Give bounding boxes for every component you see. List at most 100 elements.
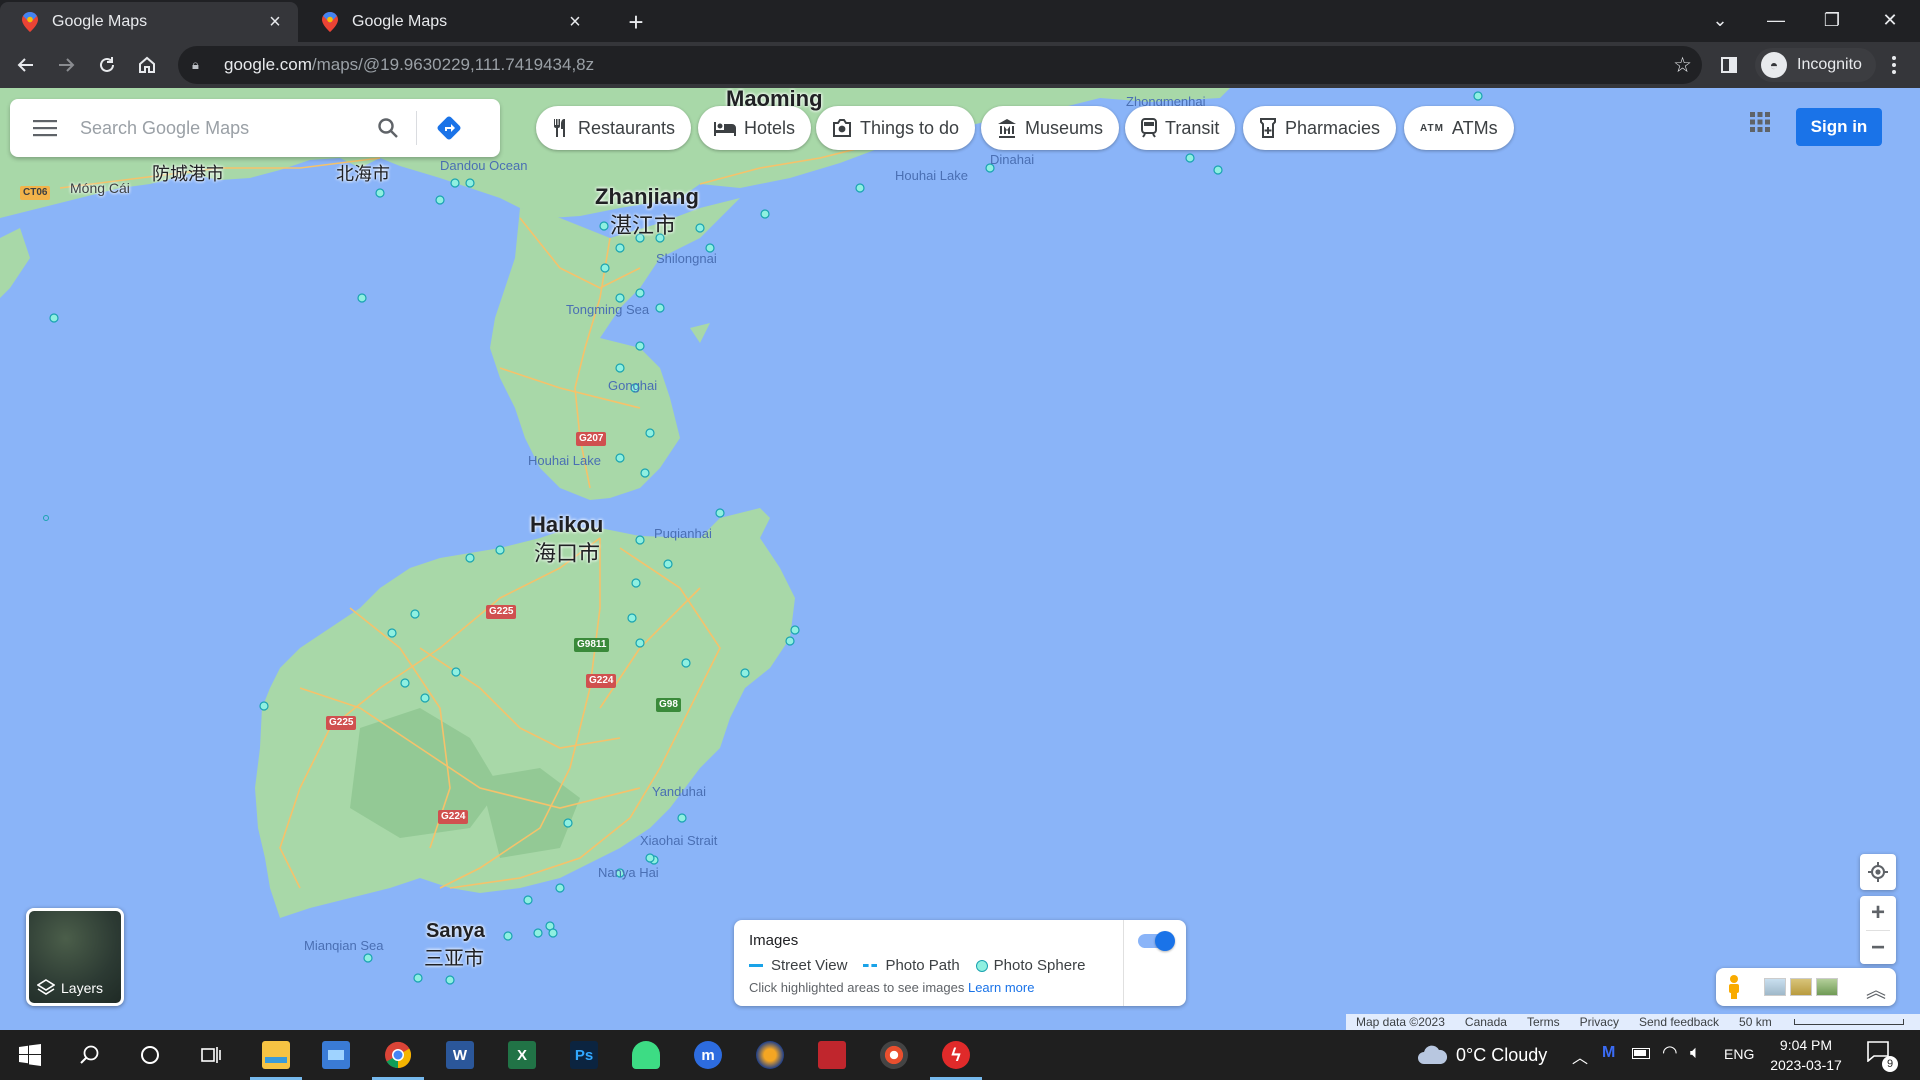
road-shield-ct06: CT06: [20, 186, 51, 200]
my-location-icon: [1868, 862, 1888, 882]
browser-menu-button[interactable]: [1878, 49, 1910, 81]
bookmark-star-icon[interactable]: ☆: [1673, 53, 1692, 78]
taskbar-clock[interactable]: 9:04 PM 2023-03-17: [1764, 1035, 1848, 1075]
maps-search-input[interactable]: [80, 117, 360, 139]
map-base-layer: [0, 88, 1483, 985]
chevron-up-icon[interactable]: ︽: [1866, 974, 1886, 1003]
map-label-houhai-lake: Houhai Lake: [528, 453, 601, 468]
minimize-button[interactable]: —: [1748, 0, 1804, 40]
images-toggle[interactable]: [1138, 931, 1175, 951]
send-feedback-link[interactable]: Send feedback: [1639, 1015, 1719, 1029]
incognito-icon: ◓: [1761, 52, 1787, 78]
home-button[interactable]: [131, 49, 163, 81]
close-tab-icon[interactable]: ×: [264, 11, 286, 33]
cortana-button[interactable]: [120, 1030, 180, 1080]
images-hint: Click highlighted areas to see images Le…: [749, 980, 1035, 995]
layers-button[interactable]: Layers: [26, 908, 124, 1006]
chip-label: Hotels: [744, 117, 796, 138]
map-label-zhanjiang-cn: 湛江市: [610, 213, 677, 238]
road-shield-g207: G207: [576, 432, 607, 446]
taskbar-vpn-app[interactable]: [740, 1030, 800, 1080]
map-label-sanya: Sanya: [426, 920, 485, 942]
taskbar-flash-app[interactable]: ϟ: [926, 1030, 986, 1080]
taskbar-media-app[interactable]: [802, 1030, 862, 1080]
taskbar-chrome[interactable]: [368, 1030, 428, 1080]
sign-in-button[interactable]: Sign in: [1796, 108, 1882, 146]
map-label-dandou-ocean: Dandou Ocean: [440, 158, 528, 173]
pegman-icon[interactable]: [1722, 974, 1746, 1000]
street-view-bar: ︽: [1716, 968, 1896, 1006]
control-panel-icon: [322, 1041, 350, 1069]
browser-tab-maps-2[interactable]: Google Maps ×: [300, 2, 598, 42]
zoom-in-button[interactable]: +: [1871, 896, 1885, 930]
region-link[interactable]: Canada: [1465, 1015, 1507, 1029]
images-panel: Images Street View Photo Path Photo Sphe…: [734, 920, 1186, 1006]
taskbar-word[interactable]: W: [430, 1030, 490, 1080]
chip-things-to-do[interactable]: Things to do: [816, 106, 976, 150]
browser-tab-maps-1[interactable]: Google Maps ×: [0, 2, 298, 42]
map-label-sanya-cn: 三亚市: [424, 948, 484, 970]
hamburger-menu-icon: [33, 120, 57, 137]
chip-restaurants[interactable]: Restaurants: [536, 106, 692, 150]
directions-button[interactable]: [417, 99, 481, 157]
forward-button[interactable]: [50, 49, 82, 81]
start-button[interactable]: [0, 1030, 60, 1080]
map-canvas[interactable]: Maoming Zhongmenhai Dinahai Houhai Lake …: [0, 88, 1920, 1030]
side-panel-button[interactable]: [1713, 49, 1745, 81]
taskbar-mo-app[interactable]: m: [678, 1030, 738, 1080]
my-location-button[interactable]: [1860, 854, 1896, 890]
tab-search-chevron-icon[interactable]: ⌄: [1692, 0, 1748, 40]
thumbnail-street-2[interactable]: [1790, 978, 1812, 996]
back-button[interactable]: [10, 49, 42, 81]
scale-label[interactable]: 50 km: [1739, 1015, 1920, 1029]
toggle-knob: [1155, 931, 1175, 951]
taskbar-photoshop[interactable]: Ps: [554, 1030, 614, 1080]
learn-more-link[interactable]: Learn more: [968, 980, 1034, 995]
notification-center-button[interactable]: 9: [1866, 1040, 1898, 1072]
map-label-houhai-lake-north: Houhai Lake: [895, 168, 968, 183]
chip-museums[interactable]: Museums: [981, 106, 1120, 150]
incognito-profile-button[interactable]: ◓ Incognito: [1755, 48, 1876, 82]
taskbar-control-panel[interactable]: [306, 1030, 366, 1080]
close-window-button[interactable]: ✕: [1862, 0, 1918, 40]
tray-overflow-chevron-icon[interactable]: ︿: [1572, 1044, 1588, 1068]
train-icon: [1141, 118, 1157, 138]
chip-pharmacies[interactable]: Pharmacies: [1243, 106, 1397, 150]
layers-icon: [37, 979, 55, 995]
battery-icon[interactable]: [1632, 1048, 1650, 1059]
volume-icon[interactable]: 🔈︎: [1690, 1042, 1701, 1063]
address-bar[interactable]: 🔒︎ google.com/maps/@19.9630229,111.74194…: [178, 46, 1702, 84]
thumbnail-street-1[interactable]: [1764, 978, 1786, 996]
android-app-icon: [632, 1041, 660, 1069]
fork-knife-icon: [552, 118, 570, 138]
chip-atms[interactable]: ATM ATMs: [1404, 106, 1514, 150]
reload-button[interactable]: [91, 49, 123, 81]
taskbar-file-explorer[interactable]: [246, 1030, 306, 1080]
chip-hotels[interactable]: Hotels: [698, 106, 812, 150]
google-apps-grid-icon[interactable]: [1744, 106, 1776, 138]
search-button[interactable]: [360, 99, 416, 157]
task-view-button[interactable]: [180, 1030, 240, 1080]
taskbar-android-app[interactable]: [616, 1030, 676, 1080]
search-taskbar-button[interactable]: [60, 1030, 120, 1080]
search-icon: [378, 118, 398, 138]
chip-transit[interactable]: Transit: [1125, 106, 1236, 150]
taskbar-disc-app[interactable]: [864, 1030, 924, 1080]
wifi-icon[interactable]: ◠: [1662, 1042, 1678, 1063]
maps-menu-button[interactable]: [10, 99, 80, 157]
kebab-menu-icon: [1892, 56, 1896, 74]
terms-link[interactable]: Terms: [1527, 1015, 1560, 1029]
privacy-link[interactable]: Privacy: [1580, 1015, 1619, 1029]
legend-street-view: Street View: [749, 957, 847, 974]
new-tab-button[interactable]: +: [622, 7, 650, 37]
close-tab-icon[interactable]: ×: [564, 11, 586, 33]
thumbnail-street-3[interactable]: [1816, 978, 1838, 996]
weather-widget[interactable]: 0°C Cloudy: [1416, 1030, 1547, 1080]
taskbar-excel[interactable]: X: [492, 1030, 552, 1080]
zoom-out-button[interactable]: −: [1871, 931, 1885, 964]
tray-m-app-icon[interactable]: M: [1602, 1044, 1622, 1064]
map-data-text: Map data ©2023: [1356, 1015, 1445, 1029]
restore-button[interactable]: ❐: [1804, 0, 1860, 40]
road-shield-g98: G98: [656, 698, 681, 712]
language-indicator[interactable]: ENG: [1724, 1046, 1754, 1062]
